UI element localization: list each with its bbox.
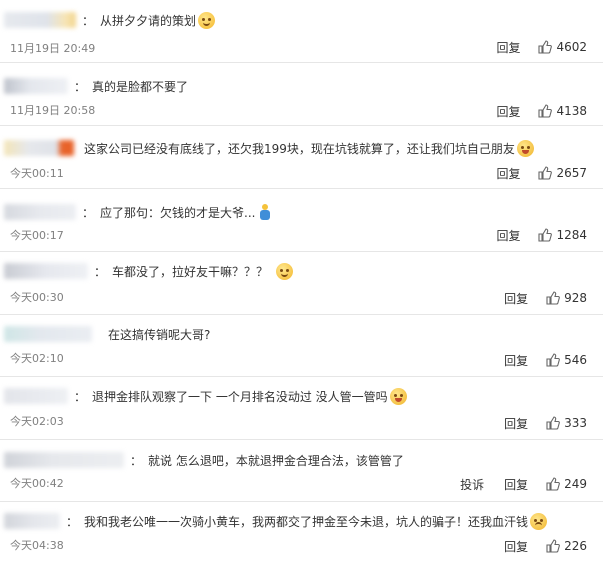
comment-text: 这家公司已经没有底线了，还欠我199块，现在坑钱就算了，还让我们坑自己朋友 — [84, 141, 515, 156]
reply-button[interactable]: 回复 — [504, 538, 528, 555]
like-count: 1284 — [556, 228, 587, 242]
comment-item: ： 真的是脸都不要了 11月19日 20:58 回复 4138 — [0, 63, 603, 126]
reply-button[interactable]: 回复 — [504, 415, 528, 432]
comment-text: 应了那句：欠钱的才是大爷... — [100, 205, 256, 220]
blurred-username[interactable] — [4, 78, 68, 94]
comment-time: 今天02:10 — [10, 352, 64, 365]
thumbs-up-icon — [546, 539, 560, 553]
sad-face-icon — [530, 512, 548, 530]
comment-text: 真的是脸都不要了 — [92, 79, 189, 94]
like-count: 249 — [564, 477, 587, 491]
comment-text: 就说 怎么退吧，本就退押金合理合法，该管管了 — [148, 453, 404, 468]
comment-item: ： 从拼夕夕请的策划 11月19日 20:49 回复 4602 — [0, 0, 603, 63]
comment-time: 11月19日 20:58 — [10, 104, 96, 117]
reply-button[interactable]: 回复 — [504, 476, 528, 493]
blurred-username[interactable] — [4, 204, 76, 220]
comment-time: 今天02:03 — [10, 415, 64, 428]
comment-time: 今天00:30 — [10, 291, 64, 304]
reply-button[interactable]: 回复 — [496, 103, 520, 120]
think-face-icon — [198, 11, 216, 29]
comment-time: 今天04:38 — [10, 539, 64, 552]
reply-button[interactable]: 回复 — [504, 352, 528, 369]
like-button[interactable]: 249 — [546, 477, 587, 491]
blurred-username[interactable] — [4, 388, 68, 404]
blurred-username[interactable] — [4, 140, 74, 156]
thumbs-up-icon — [538, 228, 553, 242]
report-button[interactable]: 投诉 — [460, 476, 484, 493]
comment-text: 从拼夕夕请的策划 — [100, 13, 197, 28]
reply-button[interactable]: 回复 — [496, 39, 520, 56]
like-count: 928 — [564, 291, 587, 305]
thumbs-up-icon — [538, 40, 553, 54]
thumbs-up-icon — [546, 353, 560, 367]
like-count: 546 — [564, 353, 587, 367]
blurred-username[interactable] — [4, 513, 60, 529]
thumbs-up-icon — [546, 416, 560, 430]
thumbs-up-icon — [538, 104, 553, 118]
comment-item: 在这搞传销呢大哥? 今天02:10 回复 546 — [0, 315, 603, 377]
comment-time: 今天00:17 — [10, 229, 64, 242]
like-count: 333 — [564, 416, 587, 430]
sleepy-face-icon — [276, 262, 294, 280]
like-button[interactable]: 333 — [546, 416, 587, 430]
like-button[interactable]: 2657 — [538, 166, 587, 180]
like-count: 2657 — [556, 166, 587, 180]
reply-button[interactable]: 回复 — [496, 227, 520, 244]
comment-item: ： 退押金排队观察了一下 一个月排名没动过 没人管一管吗 今天02:03 回复 … — [0, 377, 603, 440]
comment-time: 11月19日 20:49 — [10, 42, 96, 55]
like-button[interactable]: 226 — [546, 539, 587, 553]
comment-text: 退押金排队观察了一下 一个月排名没动过 没人管一管吗 — [92, 389, 388, 404]
reply-button[interactable]: 回复 — [496, 165, 520, 182]
like-button[interactable]: 1284 — [538, 228, 587, 242]
blurred-username[interactable] — [4, 12, 76, 28]
blurred-username[interactable] — [4, 263, 88, 279]
like-button[interactable]: 928 — [546, 291, 587, 305]
like-count: 4602 — [556, 40, 587, 54]
laugh-cry-face-icon — [389, 387, 407, 405]
blurred-username[interactable] — [4, 326, 92, 342]
comment-item: 这家公司已经没有底线了，还欠我199块，现在坑钱就算了，还让我们坑自己朋友 今天… — [0, 126, 603, 189]
like-count: 226 — [564, 539, 587, 553]
thumbs-up-icon — [546, 291, 560, 305]
figure-icon — [259, 204, 271, 220]
laugh-cry-face-icon — [516, 139, 534, 157]
comment-item: ： 车都没了，拉好友干嘛？？？ 今天00:30 回复 928 — [0, 252, 603, 315]
comment-item: ： 就说 怎么退吧，本就退押金合理合法，该管管了 今天00:42 投诉 回复 2… — [0, 440, 603, 502]
comment-time: 今天00:11 — [10, 167, 64, 180]
thumbs-up-icon — [538, 166, 553, 180]
thumbs-up-icon — [546, 477, 560, 491]
like-button[interactable]: 4138 — [538, 104, 587, 118]
reply-button[interactable]: 回复 — [504, 290, 528, 307]
like-button[interactable]: 4602 — [538, 40, 587, 54]
comment-time: 今天00:42 — [10, 477, 64, 490]
like-count: 4138 — [556, 104, 587, 118]
comment-text: 我和我老公唯一一次骑小黄车，我两都交了押金至今未退，坑人的骗子！还我血汗钱 — [84, 514, 529, 529]
comment-item: ： 应了那句：欠钱的才是大爷... 今天00:17 回复 1284 — [0, 189, 603, 252]
comment-text: 车都没了，拉好友干嘛？？？ — [112, 264, 269, 279]
like-button[interactable]: 546 — [546, 353, 587, 367]
comment-item: ： 我和我老公唯一一次骑小黄车，我两都交了押金至今未退，坑人的骗子！还我血汗钱 … — [0, 502, 603, 567]
comment-text: 在这搞传销呢大哥? — [108, 327, 211, 342]
blurred-username[interactable] — [4, 452, 124, 468]
